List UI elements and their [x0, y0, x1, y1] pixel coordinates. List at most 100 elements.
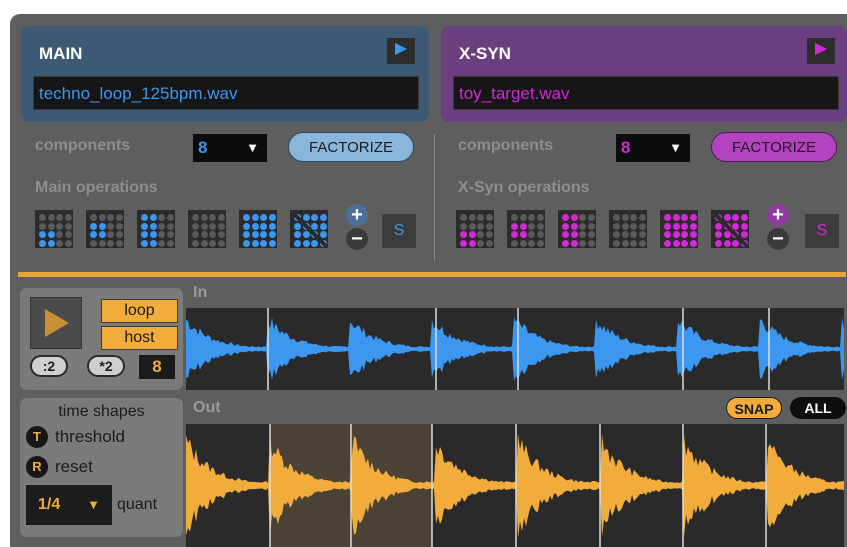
- grid-dot: [56, 214, 63, 221]
- slash-icon: [290, 210, 328, 248]
- grid-dot: [681, 214, 688, 221]
- grid-dot: [587, 214, 595, 221]
- out-waveform[interactable]: [186, 424, 844, 547]
- main-factorize-button[interactable]: FACTORIZE: [288, 132, 414, 162]
- loop-button[interactable]: loop: [101, 299, 178, 323]
- grid-dot: [528, 214, 535, 221]
- grid-dot: [158, 214, 165, 221]
- xsyn-operation-button[interactable]: [558, 210, 596, 248]
- threshold-key-icon: T: [26, 426, 48, 448]
- grid-dot: [192, 231, 199, 238]
- main-minus-button[interactable]: −: [346, 228, 368, 250]
- xsyn-operations-label: X-Syn operations: [458, 179, 590, 196]
- xsyn-components-label: components: [458, 137, 554, 154]
- xsyn-operation-button[interactable]: [711, 210, 749, 248]
- xsyn-operation-button[interactable]: [609, 210, 647, 248]
- grid-dot: [98, 231, 106, 238]
- grid-dot: [562, 222, 569, 230]
- xsyn-components-select[interactable]: 8 ▼: [616, 134, 690, 162]
- main-title: MAIN: [39, 44, 83, 63]
- grid-dot: [149, 231, 157, 238]
- main-operation-button[interactable]: [35, 210, 73, 248]
- grid-dot: [468, 239, 476, 247]
- xsyn-play-button[interactable]: [807, 38, 835, 64]
- grid-dot: [115, 231, 123, 238]
- grid-dot: [638, 231, 646, 238]
- xsyn-operation-button[interactable]: [456, 210, 494, 248]
- grid-dot: [200, 222, 208, 230]
- half-speed-button[interactable]: :2: [30, 355, 68, 377]
- xsyn-operation-button[interactable]: [660, 210, 698, 248]
- grid-dot: [209, 214, 216, 221]
- main-s-button[interactable]: S: [382, 214, 416, 248]
- all-button[interactable]: ALL: [790, 397, 846, 419]
- main-operation-button[interactable]: [239, 210, 277, 248]
- grid-dot: [485, 239, 493, 247]
- grid-dot: [64, 214, 72, 221]
- grid-dot: [562, 231, 569, 238]
- in-waveform[interactable]: [186, 308, 844, 390]
- grid-dot: [536, 239, 544, 247]
- grid-dot: [56, 222, 63, 230]
- grid-dot: [681, 239, 688, 247]
- xsyn-s-button[interactable]: S: [805, 214, 839, 248]
- grid-dot: [485, 214, 493, 221]
- grid-dot: [39, 214, 46, 221]
- reset-option[interactable]: R reset: [26, 456, 93, 478]
- grid-dot: [260, 214, 267, 221]
- grid-dot: [536, 222, 544, 230]
- grid-dot: [579, 222, 586, 230]
- xsyn-plus-button[interactable]: +: [767, 204, 789, 226]
- grid-dot: [64, 231, 72, 238]
- main-components-select[interactable]: 8 ▼: [193, 134, 267, 162]
- snap-button[interactable]: SNAP: [726, 397, 782, 419]
- grid-dot: [519, 239, 527, 247]
- grid-dot: [166, 222, 174, 230]
- grid-dot: [158, 231, 165, 238]
- main-file-field[interactable]: techno_loop_125bpm.wav: [33, 76, 419, 110]
- grid-dot: [664, 239, 671, 247]
- xsyn-operation-button[interactable]: [507, 210, 545, 248]
- grid-dot: [468, 231, 476, 238]
- grid-dot: [243, 214, 250, 221]
- main-operation-button[interactable]: [290, 210, 328, 248]
- main-operation-button[interactable]: [86, 210, 124, 248]
- grid-dot: [217, 214, 225, 221]
- grid-dot: [107, 214, 114, 221]
- grid-dot: [579, 231, 586, 238]
- grid-dot: [613, 214, 620, 221]
- grid-dot: [468, 222, 476, 230]
- grid-dot: [672, 239, 680, 247]
- grid-dot: [141, 214, 148, 221]
- device-panel: MAIN techno_loop_125bpm.wav X-SYN toy_ta…: [10, 14, 847, 547]
- grid-dot: [468, 214, 476, 221]
- grid-dot: [217, 239, 225, 247]
- xsyn-file-field[interactable]: toy_target.wav: [453, 76, 839, 110]
- grid-dot: [268, 239, 276, 247]
- grid-dot: [209, 231, 216, 238]
- main-operation-button[interactable]: [188, 210, 226, 248]
- grid-dot: [689, 239, 697, 247]
- main-plus-button[interactable]: +: [346, 204, 368, 226]
- host-button[interactable]: host: [101, 326, 178, 350]
- threshold-option[interactable]: T threshold: [26, 426, 125, 448]
- grid-dot: [570, 239, 578, 247]
- xsyn-minus-button[interactable]: −: [767, 228, 789, 250]
- grid-dot: [613, 231, 620, 238]
- grid-dot: [664, 222, 671, 230]
- double-speed-button[interactable]: *2: [87, 355, 125, 377]
- grid-dot: [166, 239, 174, 247]
- grid-dot: [528, 239, 535, 247]
- grid-dot: [39, 222, 46, 230]
- grid-dot: [115, 222, 123, 230]
- in-lane-label: In: [193, 284, 208, 301]
- xsyn-factorize-button[interactable]: FACTORIZE: [711, 132, 837, 162]
- grid-dot: [209, 222, 216, 230]
- main-operation-button[interactable]: [137, 210, 175, 248]
- grid-dot: [570, 214, 578, 221]
- transport-play-button[interactable]: [30, 297, 82, 349]
- quant-select[interactable]: 1/4 ▼: [26, 485, 112, 525]
- grid-dot: [268, 231, 276, 238]
- grid-dot: [519, 231, 527, 238]
- main-play-button[interactable]: [387, 38, 415, 64]
